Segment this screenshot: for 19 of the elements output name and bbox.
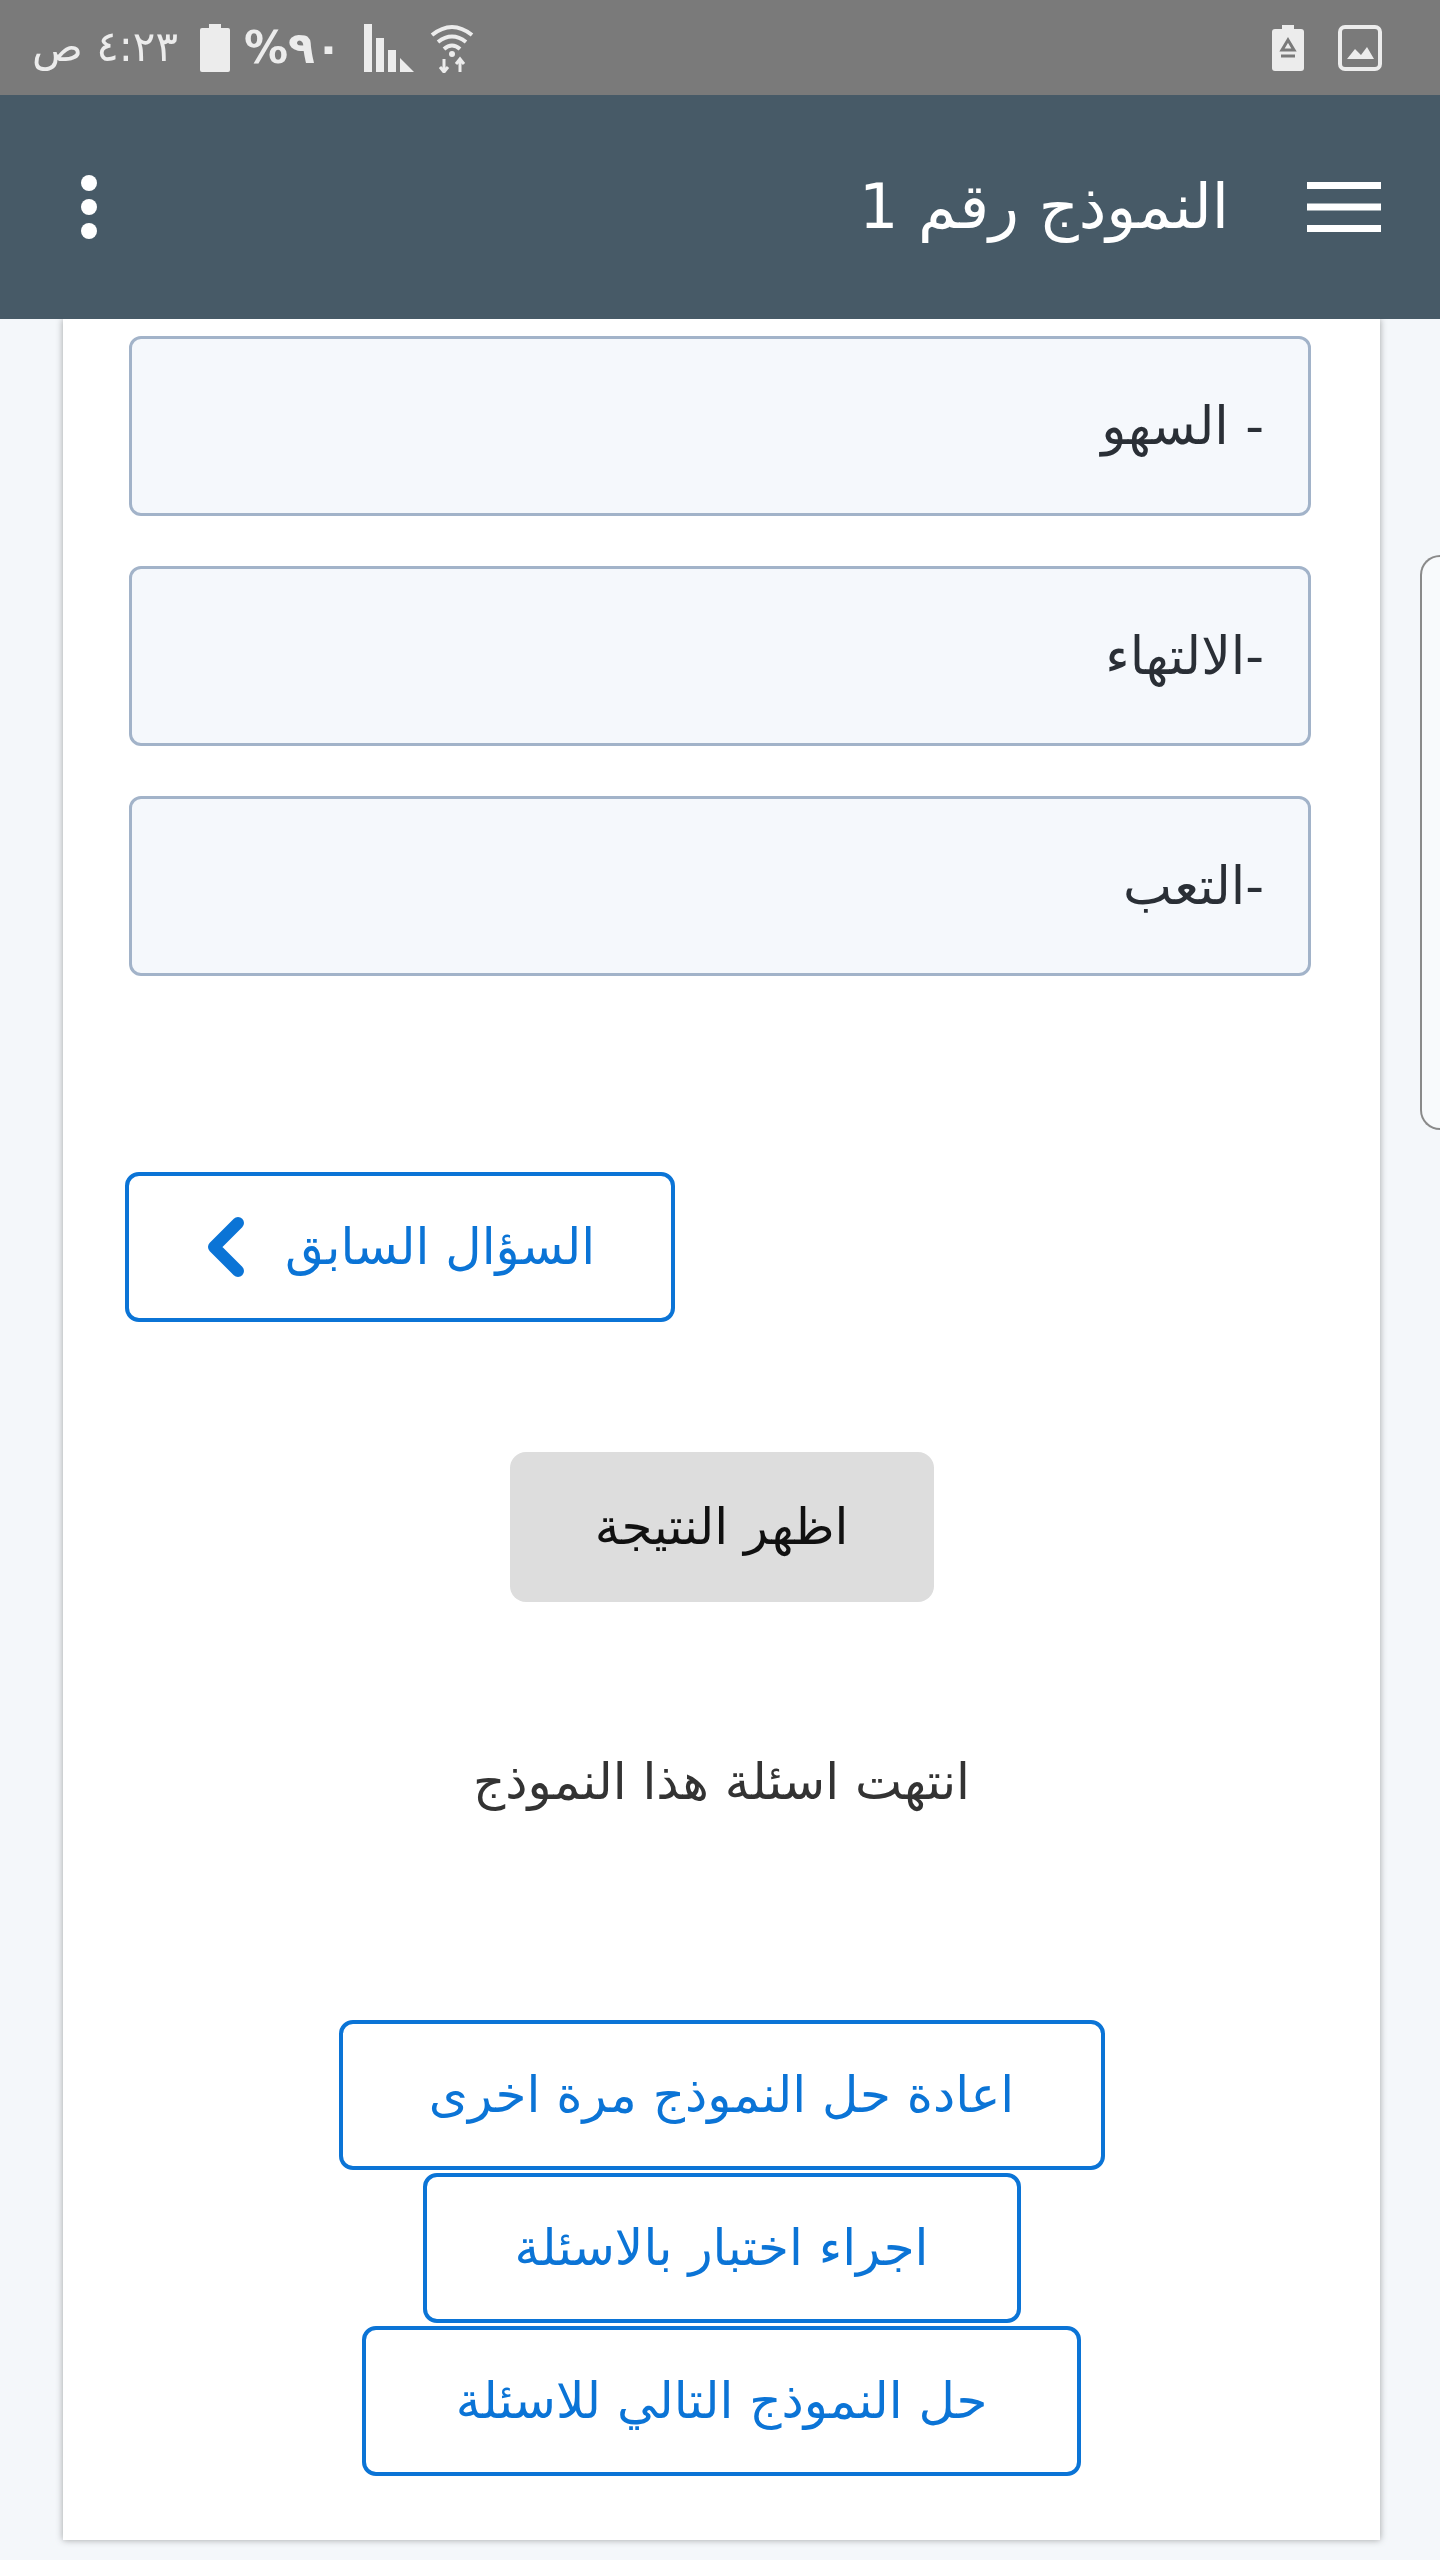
answer-option[interactable]: - السهو bbox=[129, 336, 1311, 516]
battery-percent: %٩٠ bbox=[243, 20, 342, 75]
more-menu-icon[interactable] bbox=[81, 175, 97, 239]
status-time: ٤:٢٣ ص bbox=[32, 21, 178, 74]
app-bar-title: النموذج رقم 1 bbox=[858, 168, 1229, 245]
signal-bars-icon bbox=[363, 23, 414, 72]
answer-option[interactable]: -التعب bbox=[129, 796, 1311, 976]
action-button[interactable]: حل النموذج التالي للاسئلة bbox=[362, 2326, 1081, 2476]
image-icon bbox=[1338, 24, 1382, 71]
previous-question-button[interactable]: السؤال السابق bbox=[125, 1172, 675, 1322]
end-message: انتهت اسئلة هذا النموذج bbox=[473, 1752, 970, 1814]
menu-icon[interactable] bbox=[1307, 182, 1381, 232]
battery-icon bbox=[199, 23, 230, 72]
battery-status-icon bbox=[1272, 24, 1304, 71]
action-button[interactable]: اجراء اختبار بالاسئلة bbox=[422, 2173, 1021, 2323]
answer-option[interactable]: -الالتهاء bbox=[129, 566, 1311, 746]
show-result-button[interactable]: اظهر النتيجة bbox=[509, 1452, 934, 1602]
action-button[interactable]: اعادة حل النموذج مرة اخرى bbox=[338, 2020, 1105, 2170]
wifi-icon bbox=[429, 22, 474, 73]
